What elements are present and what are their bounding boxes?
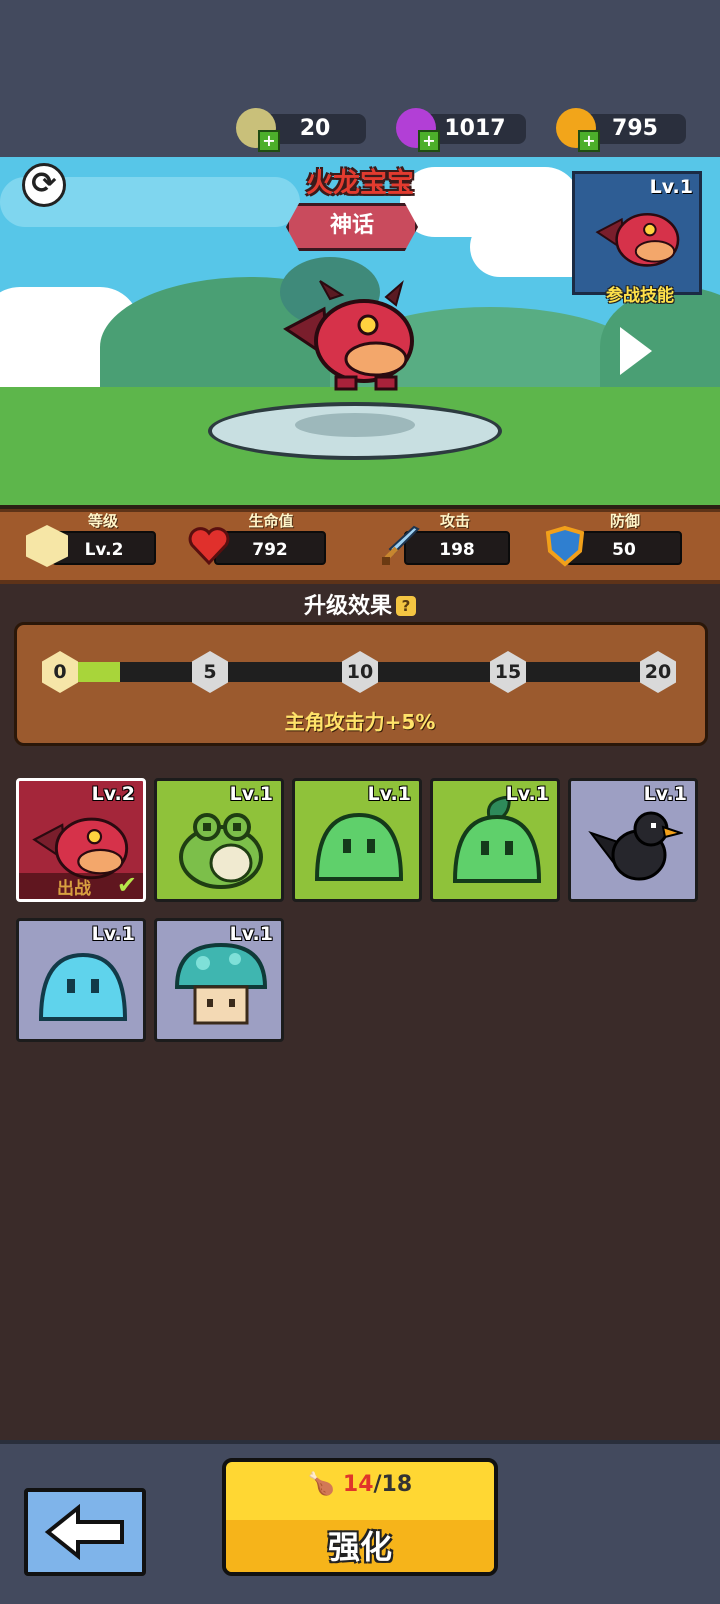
rarity-badge: 神话 bbox=[286, 203, 418, 251]
combat-skill-button[interactable]: Lv.1 bbox=[572, 171, 702, 295]
green-slime-icon bbox=[314, 812, 404, 881]
sword-icon bbox=[380, 525, 422, 567]
upgrade-effect-title: 升级效果? bbox=[260, 588, 460, 620]
blue-slime-icon bbox=[38, 952, 128, 1021]
pet-card-crow[interactable]: Lv.1 bbox=[568, 778, 698, 902]
pet-level: Lv.1 bbox=[505, 783, 549, 805]
stat-label-attack: 攻击 bbox=[439, 512, 470, 530]
back-arrow-icon bbox=[44, 1504, 124, 1560]
fire-dragon-sprite bbox=[283, 280, 414, 391]
pet-level: Lv.1 bbox=[367, 783, 411, 805]
pet-card-frog[interactable]: Lv.1 bbox=[154, 778, 284, 902]
stat-label-level: 等级 bbox=[87, 512, 118, 530]
pet-level: Lv.1 bbox=[91, 923, 135, 945]
pet-name: 火龙宝宝 bbox=[306, 168, 414, 199]
stat-value-hp: 792 bbox=[214, 531, 326, 565]
enhance-button[interactable]: 🍗 14/18 强化 bbox=[222, 1458, 498, 1576]
deployed-label: 出战 bbox=[57, 879, 91, 899]
stat-label-defense: 防御 bbox=[609, 512, 640, 530]
add-egg-icon[interactable]: + bbox=[258, 130, 280, 152]
add-gem-icon[interactable]: + bbox=[418, 130, 440, 152]
pet-card-leaf-slime[interactable]: Lv.1 bbox=[430, 778, 560, 902]
skill-level: Lv.1 bbox=[649, 176, 693, 198]
pet-level: Lv.1 bbox=[229, 783, 273, 805]
combat-skill-label: 参战技能 bbox=[606, 286, 674, 306]
pet-card-blue-slime[interactable]: Lv.1 bbox=[16, 918, 146, 1042]
back-button[interactable] bbox=[24, 1488, 146, 1576]
help-icon[interactable]: ? bbox=[396, 596, 416, 616]
pet-card-fire-dragon[interactable]: Lv.2 出战 ✔ bbox=[16, 778, 146, 902]
leaf-slime-icon bbox=[452, 795, 542, 883]
gold-coin-icon[interactable]: + bbox=[556, 108, 600, 152]
pet-level: Lv.1 bbox=[229, 923, 273, 945]
skill-dragon-icon bbox=[595, 212, 680, 267]
add-coin-icon[interactable]: + bbox=[578, 130, 600, 152]
frog-icon bbox=[179, 813, 263, 889]
enhance-cost: 🍗 14/18 bbox=[226, 1472, 494, 1497]
pet-level: Lv.2 bbox=[91, 783, 135, 805]
pet-card-green-slime[interactable]: Lv.1 bbox=[292, 778, 422, 902]
drumstick-icon: 🍗 bbox=[307, 1472, 336, 1497]
upgrade-title-text: 升级效果 bbox=[303, 594, 392, 619]
shield-icon bbox=[544, 525, 586, 567]
upgrade-effect-text: 主角攻击力+5% bbox=[284, 710, 436, 734]
stat-label-hp: 生命值 bbox=[248, 512, 294, 530]
refresh-icon[interactable]: ⟳ bbox=[22, 163, 66, 207]
crow-icon bbox=[588, 811, 683, 881]
egg-icon[interactable]: + bbox=[236, 108, 280, 152]
cost-have: 14 bbox=[342, 1472, 374, 1497]
next-pet-arrow-icon[interactable] bbox=[620, 327, 652, 375]
heart-icon bbox=[188, 525, 230, 567]
pet-showcase: 火龙宝宝 神话 ⟳ Lv.1 参战技能 bbox=[0, 157, 720, 509]
enhance-label: 强化 bbox=[327, 1528, 392, 1566]
platform-center bbox=[295, 413, 415, 437]
pet-card-mushroom[interactable]: Lv.1 bbox=[154, 918, 284, 1042]
cost-need: /18 bbox=[373, 1472, 413, 1497]
deployed-banner: 出战 ✔ bbox=[19, 871, 143, 899]
check-icon: ✔ bbox=[116, 871, 137, 899]
pet-level: Lv.1 bbox=[643, 783, 687, 805]
purple-gem-icon[interactable]: + bbox=[396, 108, 440, 152]
mushroom-icon bbox=[174, 942, 268, 1025]
